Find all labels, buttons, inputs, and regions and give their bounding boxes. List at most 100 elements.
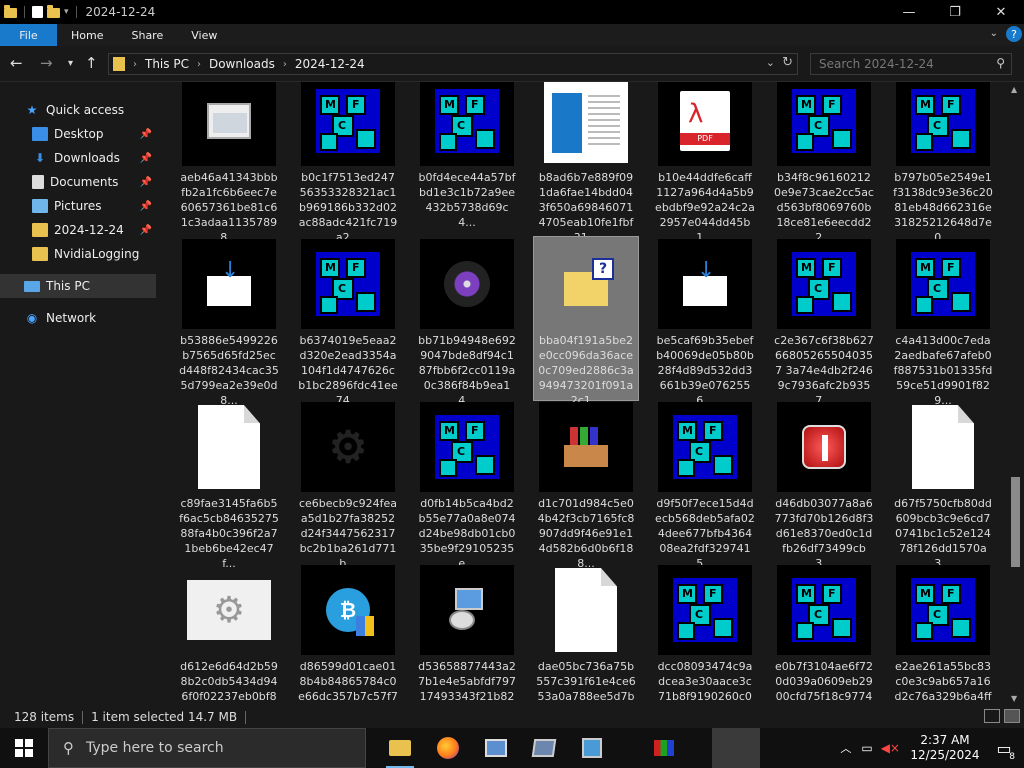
mfc-icon: MFC [911,89,975,153]
large-icons-view-button[interactable] [1004,709,1020,723]
sidebar-item-documents[interactable]: Documents 📌 [32,170,156,194]
back-arrow-icon[interactable]: ← [10,54,23,72]
taskbar-search-box[interactable]: ⚲ Type here to search [48,728,366,768]
file-item[interactable]: ⚙ ce6becb9c924feaa5d1b27fa38252d24f344756… [296,400,400,570]
file-item[interactable]: M F C b34f8c961602120e9e73cae2cc5acd563bf80… [772,82,876,244]
notifications-button[interactable]: ▭ 8 [984,739,1024,762]
sidebar-item-nvidialogging[interactable]: NvidiaLogging [32,242,156,266]
pin-icon[interactable]: 📌 [140,201,152,212]
chevron-up-icon[interactable]: ︿ [840,740,851,756]
file-name: bba04f191a5be2e0cc096da36ace0c709ed2886c… [538,334,634,407]
taskbar-firefox[interactable] [424,728,472,768]
file-item[interactable]: d67f5750cfb80dd609bcb3c9e6cd70741bc1c52e… [891,400,995,570]
file-item[interactable]: M F C e0b7f3104ae6f720d039a0609eb2900cfd75f… [772,563,876,706]
windows-logo-icon [15,739,33,757]
mfc-icon: MFC [673,578,737,642]
taskbar-app-3[interactable] [568,728,616,768]
file-item[interactable]: M F C dcc08093474c9adcea3e30aace3c71b8f9190… [653,563,757,706]
scroll-down-icon[interactable]: ▼ [1011,694,1017,703]
breadcrumb-this-pc[interactable]: This PC [145,57,189,71]
file-item[interactable]: M F C b0fd4ece44a57bfbd1e3c1b72a9ee432b5738… [415,82,519,237]
maximize-button[interactable]: ❐ [932,0,978,24]
scrollbar-thumb[interactable] [1011,477,1020,567]
recent-locations-chevron-icon[interactable]: ▾ [68,58,73,69]
search-box[interactable]: Search 2024-12-24 ⚲ [810,53,1012,75]
help-icon[interactable]: ? [1006,26,1022,42]
file-item[interactable]: M F C e2ae261a55bc83c0e3c9ab657a16d2c76a329… [891,563,995,706]
close-button[interactable]: ✕ [978,0,1024,24]
chevron-down-icon[interactable]: ⌄ [766,56,775,69]
vertical-scrollbar[interactable]: ▲ ▼ [1006,82,1024,706]
scroll-up-icon[interactable]: ▲ [1011,85,1017,94]
taskbar-app-1[interactable] [472,728,520,768]
clock[interactable]: 2:37 AM 12/25/2024 [906,733,984,763]
sidebar-item-this-pc[interactable]: This PC [0,274,156,298]
file-item[interactable]: ₿ d86599d01cae018b4b84865784c0e66dc357b7c… [296,563,400,706]
taskbar-file-explorer[interactable] [376,728,424,768]
file-item[interactable]: c89fae3145fa6b5f6ac5cb8463527588fa4b0c39… [177,400,281,570]
up-arrow-icon[interactable]: ↑ [85,54,98,72]
volume-muted-icon[interactable]: ◀× [881,741,900,755]
tab-file[interactable]: File [0,24,57,46]
tab-home[interactable]: Home [57,24,117,46]
file-thumbnail [182,402,276,492]
file-item[interactable]: ⚙ d612e6d64d2b598b2c0db5434d946f0f02237eb… [177,563,281,706]
file-item[interactable]: M F C b0c1f7513ed24756353328321ac1b969186b3… [296,82,400,244]
forward-arrow-icon[interactable]: → [40,54,53,72]
start-button[interactable] [0,728,48,768]
breadcrumb-downloads[interactable]: Downloads [209,57,275,71]
sidebar-item-2024-12-24[interactable]: 2024-12-24 📌 [32,218,156,242]
file-item[interactable]: M F C d0fb14b5ca4bd2b55e77a0a8e074d24be98db… [415,400,519,570]
taskbar-app-4[interactable] [640,728,688,768]
file-item[interactable]: aeb46a41343bbbfb2a1fc6b6eec7e60657361be8… [177,82,281,244]
sidebar-item-pictures[interactable]: Pictures 📌 [32,194,156,218]
file-item[interactable]: M F C d9f50f7ece15d4decb568deb5afa024dee677… [653,400,757,570]
file-item[interactable]: ↓ b53886e5499226b7565d65fd25ecd448f82434c… [177,237,281,407]
file-item[interactable]: ↓ be5caf69b35ebefb40069de05b80b28f4d89d53… [653,237,757,407]
file-thumbnail: ⚙ [182,565,276,655]
network-icon[interactable]: ▭ [861,741,872,755]
file-thumbnail [420,565,514,655]
sidebar-item-quick-access[interactable]: ★ Quick access [24,98,180,122]
file-item[interactable]: dae05bc736a75b557c391f61e4ce653a0a788ee5… [534,563,638,706]
taskbar-app-2[interactable] [520,728,568,768]
new-folder-icon[interactable] [47,5,60,18]
properties-icon[interactable] [32,6,43,18]
file-name: c2e367c6f38b627668052655040357 3a74e4db2… [774,334,874,407]
file-item[interactable]: b8ad6b7e889f091da6fae14bdd043f650a698460… [534,82,638,244]
chevron-right-icon[interactable]: › [283,59,287,70]
chevron-down-icon[interactable]: ▾ [64,7,69,17]
tab-share[interactable]: Share [117,24,177,46]
sidebar-item-desktop[interactable]: Desktop 📌 [32,122,156,146]
details-view-button[interactable] [984,709,1000,723]
taskbar-active-window[interactable] [712,728,760,768]
pin-icon[interactable]: 📌 [140,177,152,188]
pin-icon[interactable]: 📌 [140,153,152,164]
file-item[interactable]: ? bba04f191a5be2e0cc096da36ace0c709ed2886… [533,236,639,407]
file-item[interactable]: d1c701d984c5e04b42f3cb7165fc8907dd9f46e9… [534,400,638,570]
address-bar[interactable]: › This PC › Downloads › 2024-12-24 ⌄ ↻ [108,53,798,75]
file-item[interactable]: M F C b797b05e2549e1f3138dc93e36c2081eb48d6… [891,82,995,244]
file-item[interactable]: bb71b94948e6929047bde8df94c187fbb6f2cc01… [415,237,519,407]
file-item[interactable]: M F C b6374019e5eaa2d320e2ead3354a104f1d474… [296,237,400,407]
divider [245,710,247,724]
pin-icon[interactable]: 📌 [140,225,152,236]
refresh-icon[interactable]: ↻ [782,55,793,70]
file-item[interactable]: M F C c4a413d00c7eda2aedbafe67afeb0f887531b… [891,237,995,407]
file-item[interactable]: λ PDF b10e44ddfe6caff1127a964d4a5b9ebdbf9e… [653,82,757,244]
installer-icon [445,588,489,632]
file-item[interactable]: d46db03077a8a6773fd70b126d8f3d61e8370ed0… [772,400,876,570]
sidebar-item-downloads[interactable]: ⬇ Downloads 📌 [32,146,156,170]
window-app-icon [531,739,557,757]
chevron-right-icon[interactable]: › [197,59,201,70]
breadcrumb-current[interactable]: 2024-12-24 [295,57,365,71]
clock-date: 12/25/2024 [910,748,980,762]
pin-icon[interactable]: 📌 [140,129,152,140]
chevron-right-icon[interactable]: › [133,59,137,70]
chevron-down-icon[interactable]: ⌄ [990,28,998,39]
file-item[interactable]: d53658877443a27b1e4e5abfdf79717493343f21… [415,563,519,706]
tab-view[interactable]: View [177,24,231,46]
file-item[interactable]: M F C c2e367c6f38b627668052655040357 3a74e4… [772,237,876,407]
minimize-button[interactable]: — [886,0,932,24]
sidebar-item-network[interactable]: ◉ Network [24,306,180,330]
